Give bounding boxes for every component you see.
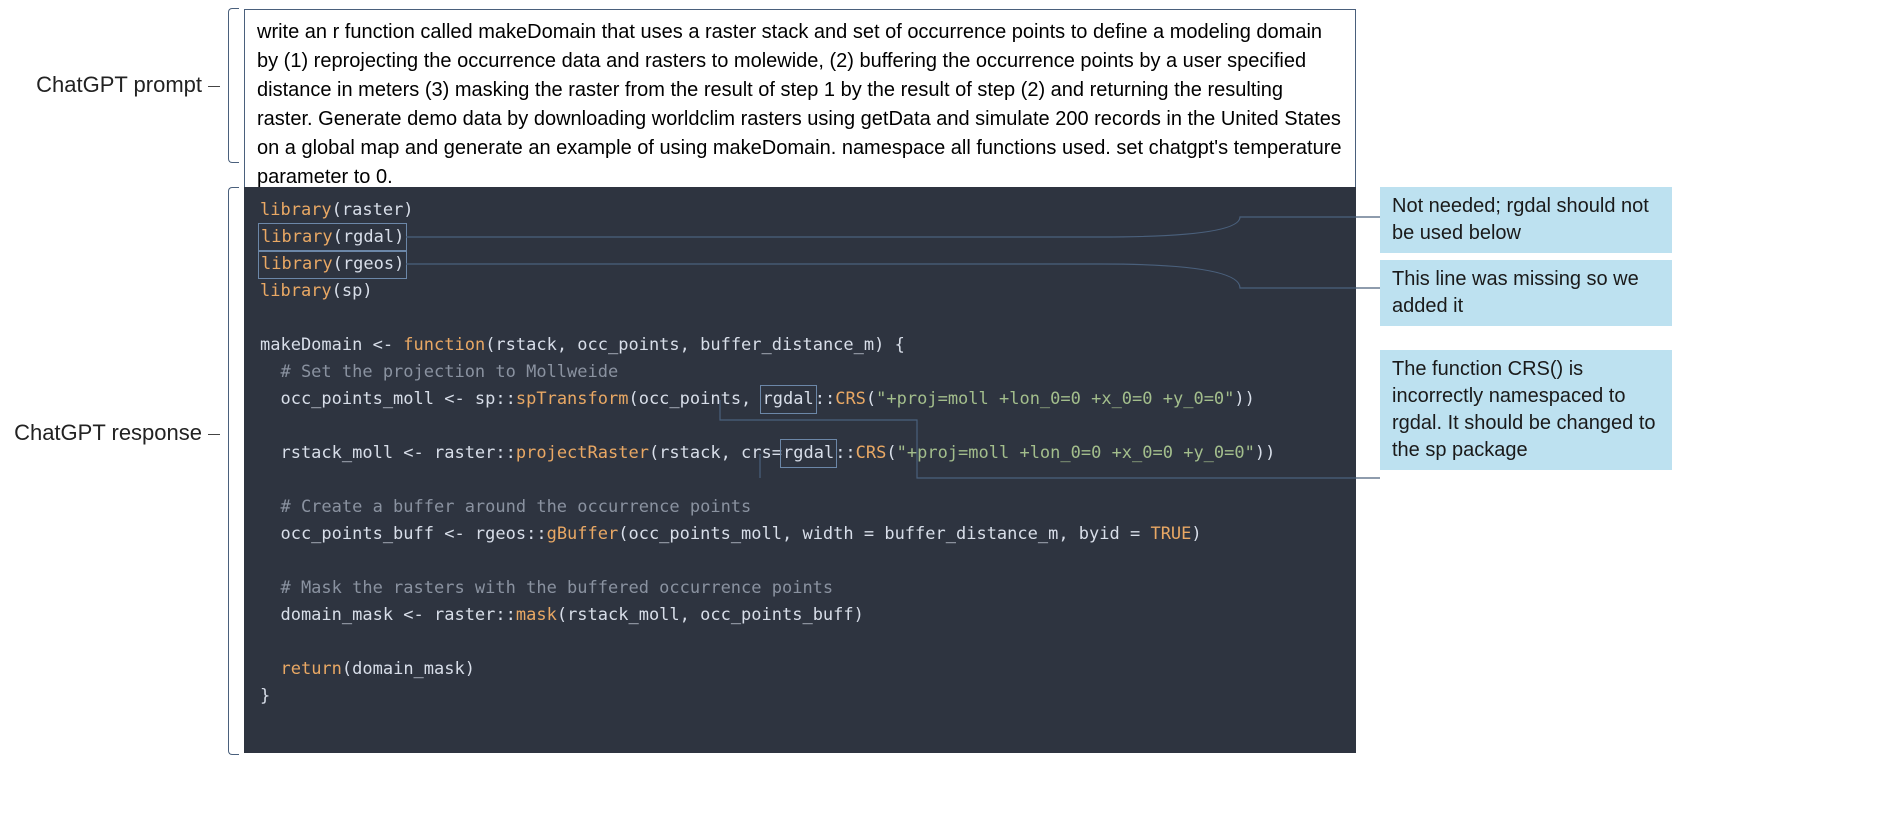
code-token: library (261, 254, 333, 274)
code-token: occ_points_buff <- rgeos:: (260, 524, 547, 544)
code-comment: # Set the projection to Mollweide (260, 362, 618, 382)
annotation-missing-line: This line was missing so we added it (1380, 260, 1672, 326)
code-token: ( (886, 443, 896, 463)
bracket-response (228, 187, 239, 755)
code-token: function (403, 335, 485, 355)
prompt-text: write an r function called makeDomain th… (257, 21, 1341, 188)
code-token: library (261, 227, 333, 247)
code-token: ( (866, 389, 876, 409)
code-token: :: (835, 443, 855, 463)
code-token: (rgdal) (333, 227, 405, 247)
code-token: rstack_moll <- raster:: (260, 443, 516, 463)
code-token: "+proj=moll +lon_0=0 +x_0=0 +y_0=0" (876, 389, 1234, 409)
code-token: TRUE (1150, 524, 1191, 544)
code-token: rgdal (763, 389, 814, 409)
code-token: )) (1234, 389, 1254, 409)
code-token (260, 659, 280, 679)
code-token: CRS (856, 443, 887, 463)
code-token: (occ_points_moll, width = buffer_distanc… (618, 524, 1150, 544)
label-response-text: ChatGPT response (14, 420, 202, 445)
code-token: (rgeos) (333, 254, 405, 274)
code-token: } (260, 686, 270, 706)
bracket-prompt (228, 8, 239, 163)
highlight-rgdal-library: library(rgdal) (258, 223, 407, 252)
code-comment: # Mask the rasters with the buffered occ… (260, 578, 833, 598)
annotation-text: This line was missing so we added it (1392, 268, 1639, 317)
code-token: CRS (835, 389, 866, 409)
code-token: (rstack, crs= (649, 443, 782, 463)
code-token: (raster) (332, 200, 414, 220)
code-token: (occ_points, (628, 389, 761, 409)
code-comment: # Create a buffer around the occurrence … (260, 497, 751, 517)
code-token: "+proj=moll +lon_0=0 +x_0=0 +y_0=0" (897, 443, 1255, 463)
highlight-rgeos-library: library(rgeos) (258, 250, 407, 279)
annotation-crs-namespace: The function CRS() is incorrectly namesp… (1380, 350, 1672, 470)
figure-container: ChatGPT prompt ChatGPT response write an… (0, 0, 1892, 833)
code-token: ) (1191, 524, 1201, 544)
code-token: (sp) (332, 281, 373, 301)
code-token: spTransform (516, 389, 629, 409)
code-block: library(raster) library(rgdal) library(r… (244, 187, 1356, 753)
code-token: )) (1255, 443, 1275, 463)
code-token: mask (516, 605, 557, 625)
label-response: ChatGPT response (0, 420, 220, 446)
annotation-text: Not needed; rgdal should not be used bel… (1392, 195, 1649, 244)
code-token: :: (815, 389, 835, 409)
code-token: (rstack, occ_points, buffer_distance_m) … (485, 335, 905, 355)
label-prompt: ChatGPT prompt (0, 72, 220, 98)
annotation-text: The function CRS() is incorrectly namesp… (1392, 358, 1656, 461)
prompt-box: write an r function called makeDomain th… (244, 9, 1356, 201)
label-dash (208, 434, 220, 435)
code-token: gBuffer (547, 524, 619, 544)
label-prompt-text: ChatGPT prompt (36, 72, 202, 97)
code-token: rgdal (783, 443, 834, 463)
label-dash (208, 86, 220, 87)
code-token: domain_mask <- raster:: (260, 605, 516, 625)
code-token: (rstack_moll, occ_points_buff) (557, 605, 864, 625)
code-token: makeDomain <- (260, 335, 403, 355)
highlight-rgdal-ns-1: rgdal (760, 385, 817, 414)
code-token: library (260, 281, 332, 301)
code-token: library (260, 200, 332, 220)
code-token: return (280, 659, 341, 679)
annotation-not-needed: Not needed; rgdal should not be used bel… (1380, 187, 1672, 253)
code-token: occ_points_moll <- sp:: (260, 389, 516, 409)
code-token: (domain_mask) (342, 659, 475, 679)
highlight-rgdal-ns-2: rgdal (780, 439, 837, 468)
code-token: projectRaster (516, 443, 649, 463)
